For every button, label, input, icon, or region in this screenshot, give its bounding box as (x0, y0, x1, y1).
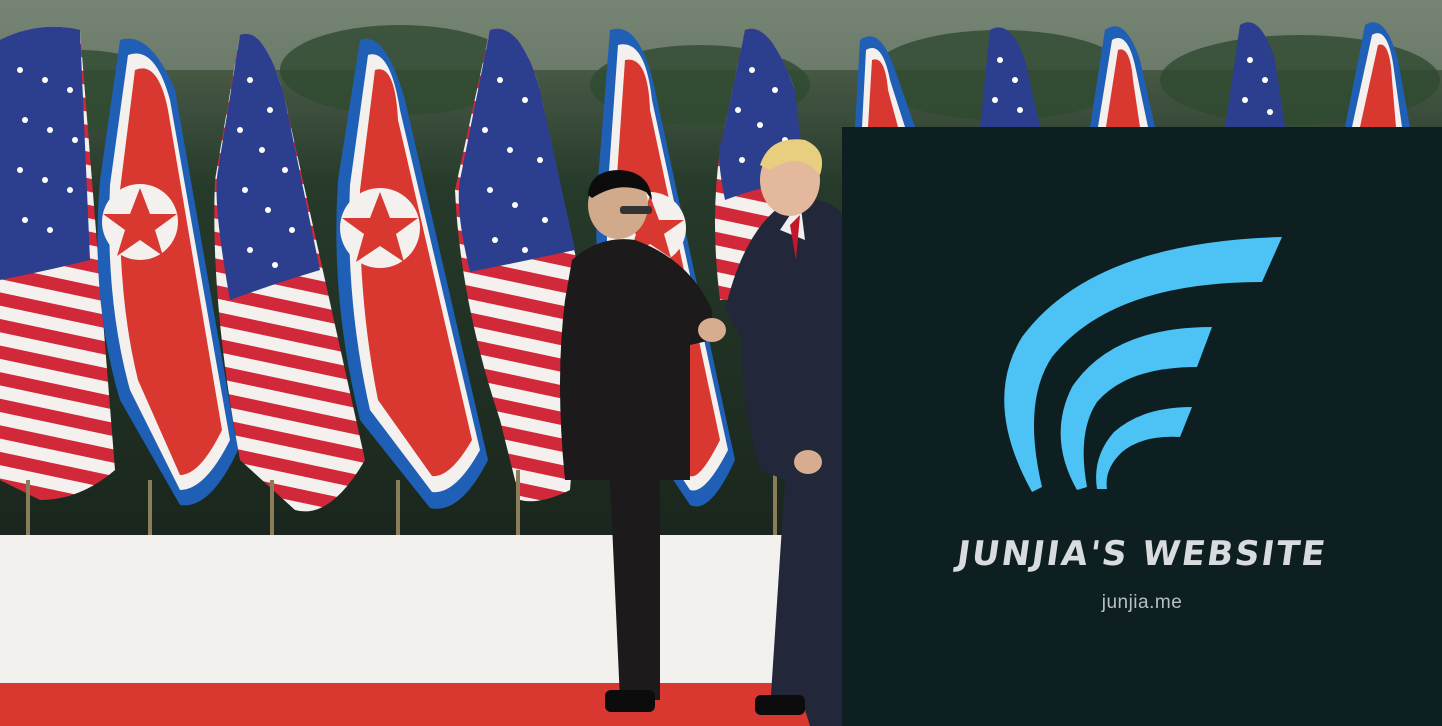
brand-url[interactable]: junjia.me (842, 592, 1442, 614)
brand-card[interactable]: JUNJIA'S WEBSITE junjia.me (842, 127, 1442, 726)
brand-title: JUNJIA'S WEBSITE (954, 534, 1330, 574)
handshake (698, 318, 726, 342)
signal-arcs-icon (1004, 237, 1282, 492)
